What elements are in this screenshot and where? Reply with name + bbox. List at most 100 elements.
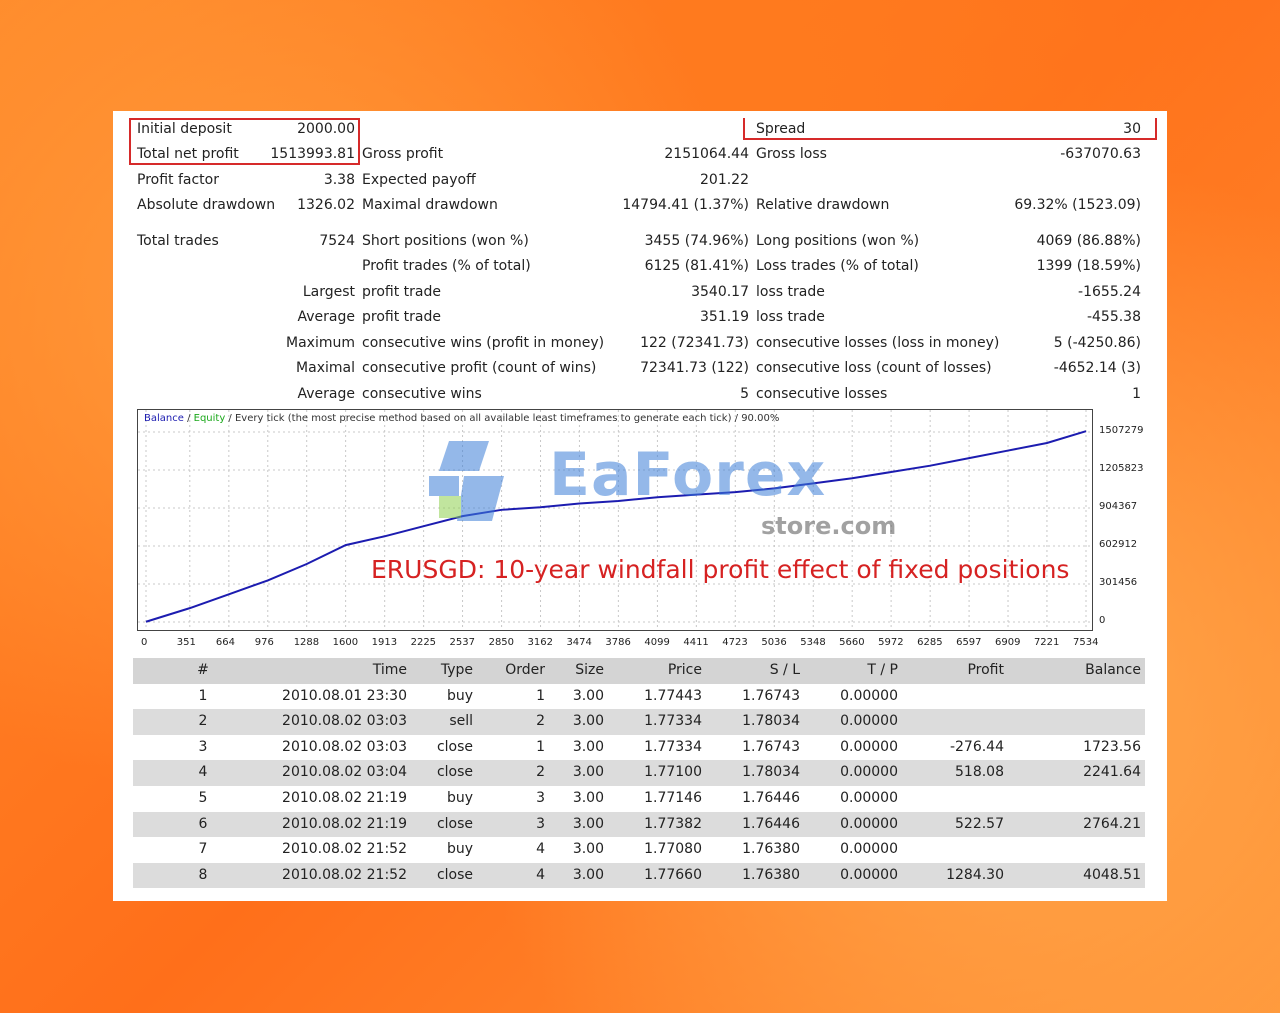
maximum-label: Maximum	[286, 335, 355, 351]
largest-loss-value: -1655.24	[1078, 284, 1141, 300]
x-tick-label: 5036	[761, 637, 787, 648]
legend-balance: Balance	[144, 413, 184, 424]
y-tick-label: 0	[1099, 615, 1106, 626]
largest-profit-value: 3540.17	[691, 284, 749, 300]
max-consec-wins-label: consecutive wins (profit in money)	[362, 335, 605, 351]
x-tick-label: 1288	[293, 637, 320, 648]
table-row: 7 2010.08.02 21:52 buy 4 3.00 1.77080 1.76380 0…	[133, 837, 1145, 863]
table-row: 1 2010.08.01 23:30 buy 1 3.00 1.77443 1.76743 0…	[133, 684, 1145, 710]
initial-deposit-value: 2000.00	[297, 121, 355, 137]
report-card: Initial deposit 2000.00 Spread 30 Total …	[113, 111, 1167, 901]
maximal-consec-loss-value: -4652.14 (3)	[1053, 360, 1141, 376]
column-header: Profit	[967, 662, 1004, 678]
table-cell: 2	[198, 713, 208, 730]
table-cell: 6	[198, 815, 208, 832]
x-tick-label: 6597	[956, 637, 982, 648]
average-loss-value: -455.38	[1086, 309, 1141, 325]
gross-loss-label: Gross loss	[756, 146, 827, 162]
legend-sep: /	[183, 413, 194, 424]
table-row: 3 2010.08.02 03:03 close 1 3.00 1.77334 1.7674…	[133, 735, 1145, 761]
x-tick-label: 6909	[995, 637, 1021, 648]
table-cell: 5	[198, 789, 208, 806]
table-cell: 1723.56	[1083, 738, 1141, 755]
x-tick-label: 3162	[527, 637, 553, 648]
short-positions-label: Short positions (won %)	[362, 233, 529, 249]
y-tick-label: 1507279	[1099, 425, 1144, 436]
x-tick-label: 2225	[410, 637, 437, 648]
relative-drawdown-label: Relative drawdown	[756, 197, 890, 213]
table-cell: 1	[198, 687, 208, 704]
maximal-consec-profit-value: 72341.73 (122)	[640, 360, 749, 376]
table-cell: 1284.30	[946, 866, 1004, 883]
gross-loss-value: -637070.63	[1060, 146, 1141, 162]
x-tick-label: 4723	[722, 637, 748, 648]
table-cell: 518.08	[955, 764, 1004, 781]
table-cell: 0.00000	[840, 789, 898, 806]
profit-factor-label: Profit factor	[137, 172, 219, 188]
avg-consec-wins-label: consecutive wins	[362, 386, 482, 402]
largest-profit-label: profit trade	[362, 284, 441, 300]
profit-trades-label: Profit trades (% of total)	[362, 258, 531, 274]
max-consec-wins-value: 122 (72341.73)	[640, 335, 749, 351]
table-cell: 522.57	[955, 815, 1004, 832]
legend-description: / Every tick (the most precise method ba…	[225, 413, 780, 424]
x-tick-label: 4099	[644, 637, 670, 648]
loss-trades-label: Loss trades (% of total)	[756, 258, 919, 274]
table-row: 6 2010.08.02 21:19 close 3 3.00 1.77382 1.7644…	[133, 811, 1145, 838]
maximal-label: Maximal	[296, 360, 355, 376]
short-positions-value: 3455 (74.96%)	[644, 233, 749, 249]
long-positions-value: 4069 (86.88%)	[1036, 233, 1141, 249]
absolute-drawdown-value: 1326.02	[297, 197, 355, 213]
y-tick-label: 904367	[1099, 501, 1138, 512]
table-header-row: # Time Type Order Size Price S / LT / P Profit B…	[133, 658, 1145, 684]
x-tick-label: 1600	[332, 637, 359, 648]
x-tick-label: 5348	[800, 637, 826, 648]
trades-table: # Time Type Order Size Price S / LT / P Profit B…	[133, 658, 1145, 889]
table-cell: 0.00000	[840, 713, 898, 730]
avg-consec-losses-label: consecutive losses	[756, 386, 888, 402]
avg-consec-wins-value: 5	[740, 386, 749, 402]
x-tick-label: 3786	[605, 637, 631, 648]
table-cell: 3	[198, 738, 208, 755]
profit-factor-value: 3.38	[323, 172, 355, 188]
average-label: Average	[297, 309, 356, 325]
table-cell: 4048.51	[1083, 866, 1141, 883]
table-cell: 2241.64	[1083, 764, 1141, 781]
table-cell: 8	[198, 866, 208, 883]
total-trades-value: 7524	[319, 233, 355, 249]
table-cell: 0.00000	[840, 841, 898, 858]
max-consec-losses-label: consecutive losses (loss in money)	[756, 335, 1000, 351]
y-tick-label: 1205823	[1099, 463, 1144, 474]
watermark-sub: store.com	[761, 512, 897, 540]
table-row: 5 2010.08.02 21:19 buy 3 3.00 1.77146 1.76446 0…	[133, 786, 1145, 812]
long-positions-label: Long positions (won %)	[756, 233, 920, 249]
maximal-consec-loss-label: consecutive loss (count of losses)	[756, 360, 992, 376]
avg-consec-label: Average	[297, 386, 356, 402]
x-tick-label: 0	[141, 637, 148, 648]
largest-loss-label: loss trade	[756, 284, 825, 300]
x-tick-label: 5660	[839, 637, 865, 648]
table-row: 4 2010.08.02 03:04 close 2 3.00 1.77100 1.7803…	[133, 760, 1145, 786]
absolute-drawdown-label: Absolute drawdown	[137, 197, 276, 213]
x-tick-label: 5972	[878, 637, 904, 648]
profit-trades-value: 6125 (81.41%)	[644, 258, 749, 274]
maximal-drawdown-label: Maximal drawdown	[362, 197, 498, 213]
gross-profit-label: Gross profit	[362, 146, 444, 162]
table-row: 2 2010.08.02 03:03 sell 2 3.00 1.77334 1.78034…	[133, 709, 1145, 735]
table-cell: 2764.21	[1083, 815, 1141, 832]
maximal-drawdown-value: 14794.41 (1.37%)	[622, 197, 749, 213]
table-cell: 4	[198, 764, 208, 781]
average-profit-value: 351.19	[700, 309, 749, 325]
total-net-profit-value: 1513993.81	[270, 146, 355, 162]
initial-deposit-label: Initial deposit	[137, 121, 232, 137]
watermark: EaForex store.com	[409, 426, 939, 546]
largest-label: Largest	[302, 284, 355, 300]
watermark-brand: EaForex	[549, 440, 827, 510]
x-tick-label: 7534	[1073, 637, 1099, 648]
spread-value: 30	[1123, 121, 1141, 137]
y-tick-label: 602912	[1099, 538, 1138, 550]
x-tick-label: 7221	[1033, 637, 1060, 648]
x-tick-label: 976	[254, 637, 274, 648]
maximal-consec-profit-label: consecutive profit (count of wins)	[362, 360, 597, 376]
column-header: #	[197, 662, 209, 678]
